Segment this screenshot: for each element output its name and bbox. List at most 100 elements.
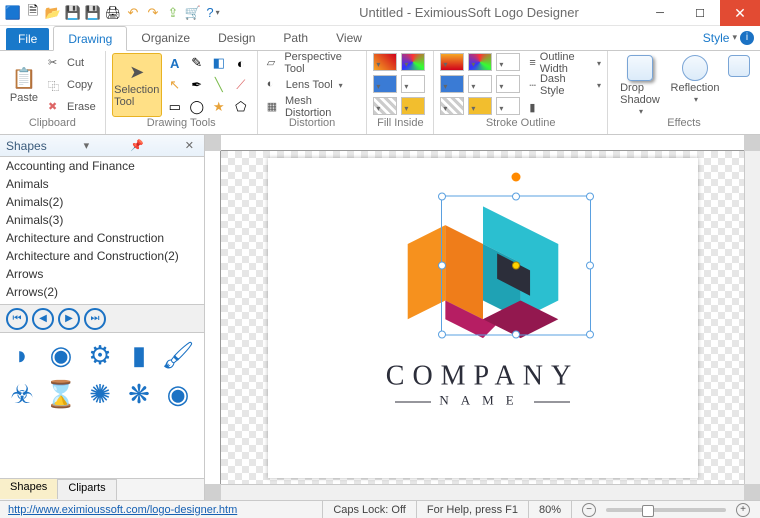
next-page-button[interactable]: ▶ (58, 308, 80, 330)
rotate-handle[interactable] (511, 173, 520, 182)
gradient-tool-icon[interactable]: ◐ (231, 53, 251, 73)
tab-path[interactable]: Path (269, 25, 322, 50)
resize-handle[interactable] (512, 193, 520, 201)
paste-button[interactable]: 📋 Paste (6, 53, 42, 117)
fill-swatch-3[interactable] (373, 75, 397, 93)
list-item[interactable]: Arrows(2) (0, 283, 204, 301)
resize-handle[interactable] (438, 331, 446, 339)
stroke-swatch-7[interactable] (440, 97, 464, 115)
artboard[interactable]: COMPANY NAME (268, 158, 698, 478)
shape-thumb[interactable]: ⌛ (43, 376, 79, 412)
pin-icon[interactable]: 📌 (130, 139, 144, 152)
tab-cliparts[interactable]: Cliparts (58, 479, 116, 500)
vertical-scrollbar[interactable] (744, 151, 760, 484)
tab-shapes[interactable]: Shapes (0, 478, 58, 499)
status-link[interactable]: http://www.eximioussoft.com/logo-designe… (0, 504, 245, 516)
redo-icon[interactable]: ↷ (144, 4, 162, 22)
stroke-swatch-8[interactable] (468, 97, 492, 115)
stroke-swatch-1[interactable] (440, 53, 464, 71)
tab-organize[interactable]: Organize (127, 25, 204, 50)
pen-tool-icon[interactable]: ✒ (187, 75, 207, 95)
list-item[interactable]: Animals(3) (0, 211, 204, 229)
app-icon[interactable]: 🟦 (4, 4, 22, 22)
minimize-button[interactable]: ─ (640, 0, 680, 26)
resize-handle[interactable] (512, 331, 520, 339)
zoom-out-button[interactable]: − (582, 503, 596, 517)
fill-swatch-4[interactable] (401, 75, 425, 93)
outline-width-button[interactable]: ≡Outline Width (529, 53, 601, 73)
lens-tool-button[interactable]: ◐Lens Tool (264, 75, 361, 95)
shape-thumb[interactable]: ◗ (4, 337, 40, 373)
tab-style[interactable]: Style▾i (703, 25, 754, 50)
ellipse-tool-icon[interactable]: ◯ (187, 97, 207, 117)
undo-icon[interactable]: ↶ (124, 4, 142, 22)
first-page-button[interactable]: ⏮ (6, 308, 28, 330)
cut-button[interactable]: ✂Cut (45, 53, 99, 73)
save-icon[interactable]: 💾 (64, 4, 82, 22)
list-item[interactable]: Architecture and Construction(2) (0, 247, 204, 265)
shape-thumb[interactable]: ☣ (4, 376, 40, 412)
tab-drawing[interactable]: Drawing (53, 26, 127, 51)
close-button[interactable]: ✕ (720, 0, 760, 26)
stroke-swatch-5[interactable] (468, 75, 492, 93)
print-icon[interactable]: 🖨 (104, 4, 122, 22)
resize-handle[interactable] (438, 193, 446, 201)
shape-tool-icon[interactable]: ◧ (209, 53, 229, 73)
list-item[interactable]: Arrows (0, 265, 204, 283)
shape-thumb[interactable]: ⚙ (82, 337, 118, 373)
line-tool-icon[interactable]: ╲ (209, 75, 229, 95)
freehand-tool-icon[interactable]: ✎ (187, 53, 207, 73)
resize-handle[interactable] (586, 331, 594, 339)
close-panel-icon[interactable]: ✕ (185, 139, 194, 152)
list-item[interactable]: Accounting and Finance (0, 157, 204, 175)
tab-view[interactable]: View (322, 25, 376, 50)
selection-tool-button[interactable]: ➤ Selection Tool (112, 53, 162, 117)
fill-swatch-6[interactable] (401, 97, 425, 115)
category-list[interactable]: Accounting and Finance Animals Animals(2… (0, 157, 204, 305)
canvas-viewport[interactable]: COMPANY NAME (221, 151, 744, 484)
tab-file[interactable]: File (6, 28, 49, 50)
cart-icon[interactable]: 🛒 (184, 4, 202, 22)
erase-button[interactable]: ✖Erase (45, 97, 99, 117)
open-icon[interactable]: 📂 (44, 4, 62, 22)
help-icon[interactable]: ? (204, 4, 222, 22)
brush-tool-icon[interactable]: ⟋ (231, 75, 251, 95)
stroke-swatch-9[interactable] (496, 97, 520, 115)
list-item[interactable]: Architecture and Construction (0, 229, 204, 247)
perspective-tool-button[interactable]: ▱Perspective Tool (264, 53, 361, 73)
shape-thumb[interactable]: ◉ (43, 337, 79, 373)
resize-handle[interactable] (438, 262, 446, 270)
save-all-icon[interactable]: 💾 (84, 4, 102, 22)
shape-thumb[interactable]: ✺ (82, 376, 118, 412)
prev-page-button[interactable]: ◀ (32, 308, 54, 330)
stroke-options-button[interactable]: ▮ (529, 97, 601, 117)
tab-design[interactable]: Design (204, 25, 269, 50)
reflection-button[interactable]: Reflection (669, 53, 721, 117)
drop-shadow-button[interactable]: Drop Shadow (614, 53, 666, 117)
shape-thumb[interactable]: ◉ (160, 376, 196, 412)
zoom-in-button[interactable]: + (736, 503, 750, 517)
dropdown-icon[interactable]: ▾ (84, 139, 90, 152)
dash-style-button[interactable]: ┄Dash Style (529, 75, 601, 95)
fill-swatch-5[interactable] (373, 97, 397, 115)
fill-swatch-1[interactable] (373, 53, 397, 71)
maximize-button[interactable]: ☐ (680, 0, 720, 26)
horizontal-scrollbar[interactable] (221, 484, 744, 500)
node-tool-icon[interactable]: ↖ (165, 75, 185, 95)
stroke-swatch-6[interactable] (496, 75, 520, 93)
rect-tool-icon[interactable]: ▭ (165, 97, 185, 117)
resize-handle[interactable] (586, 262, 594, 270)
stroke-swatch-3[interactable] (496, 53, 520, 71)
stroke-swatch-2[interactable] (468, 53, 492, 71)
export-icon[interactable]: ⇪ (164, 4, 182, 22)
selection-box[interactable] (441, 196, 591, 336)
new-icon[interactable]: 🗎 (24, 4, 42, 22)
text-tool-icon[interactable]: A (165, 53, 185, 73)
mesh-distortion-button[interactable]: ▦Mesh Distortion (264, 97, 361, 117)
copy-button[interactable]: ⿻Copy (45, 75, 99, 95)
effect-preset-button[interactable] (724, 53, 754, 117)
star-tool-icon[interactable]: ★ (209, 97, 229, 117)
resize-handle[interactable] (586, 193, 594, 201)
last-page-button[interactable]: ⏭ (84, 308, 106, 330)
stroke-swatch-4[interactable] (440, 75, 464, 93)
